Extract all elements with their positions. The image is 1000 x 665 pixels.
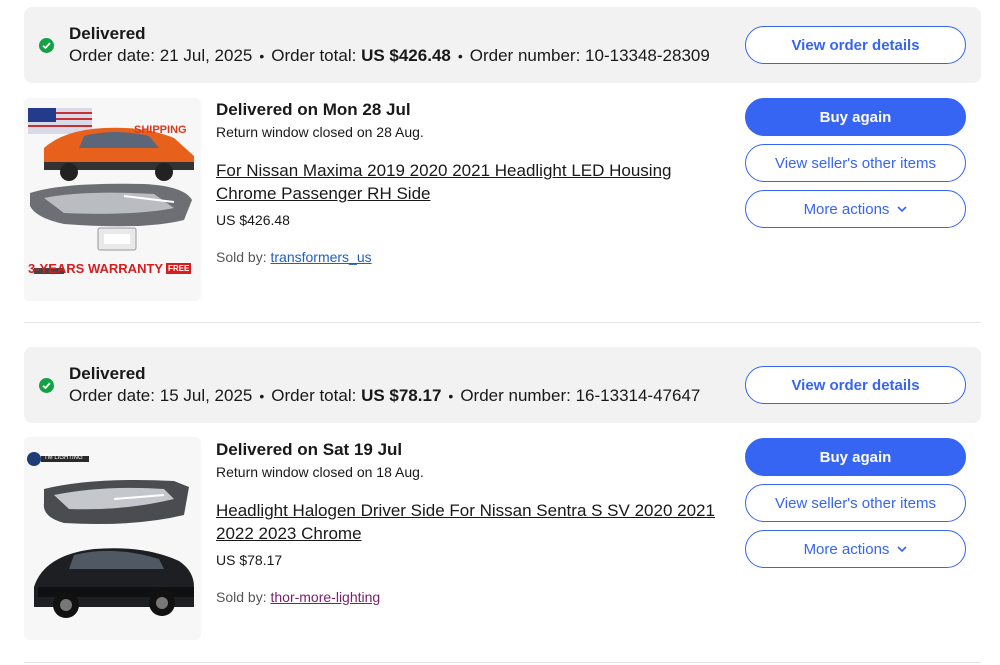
order-number-label: Order number: [469, 46, 581, 65]
chevron-down-icon [897, 544, 908, 556]
sold-by-label: Sold by: [216, 589, 267, 605]
delivery-date: Delivered on Sat 19 Jul [216, 440, 403, 459]
chevron-down-icon [897, 204, 908, 216]
return-window-text: Return window closed on 28 Aug. [216, 124, 424, 140]
order-total-label: Order total: [271, 46, 357, 65]
item-thumbnail[interactable]: TM LIGHTING [24, 437, 201, 640]
more-actions-button[interactable]: More actions [745, 190, 966, 228]
buy-again-button[interactable]: Buy again [745, 438, 966, 476]
order-header: Delivered Order date: 15 Jul, 2025 • Order… [24, 347, 981, 423]
thumb-warranty-text: 3-YEARS WARRANTY [28, 261, 164, 276]
sold-by: Sold by: transformers_us [216, 249, 372, 265]
order-header: Delivered Order date: 21 Jul, 2025 • Order… [24, 7, 981, 83]
view-seller-items-button[interactable]: View seller's other items [745, 144, 966, 182]
order-number: 16-13314-47647 [575, 386, 701, 405]
order-date-label: Order date: [69, 46, 155, 65]
item-title-link[interactable]: For Nissan Maxima 2019 2020 2021 Headlig… [216, 159, 726, 205]
sold-by: Sold by: thor-more-lighting [216, 589, 380, 605]
view-seller-items-button[interactable]: View seller's other items [745, 484, 966, 522]
return-window-text: Return window closed on 18 Aug. [216, 464, 424, 480]
more-actions-button[interactable]: More actions [745, 530, 966, 568]
order-divider [24, 322, 981, 323]
thumb-free-text: FREE [166, 263, 192, 274]
buy-again-button[interactable]: Buy again [745, 98, 966, 136]
thumb-logo-text: TM LIGHTING [44, 455, 83, 461]
item-title-link[interactable]: Headlight Halogen Driver Side For Nissan… [216, 499, 726, 545]
item-price: US $426.48 [216, 212, 290, 228]
more-actions-label: More actions [803, 200, 890, 218]
more-actions-label: More actions [803, 540, 890, 558]
seller-link[interactable]: transformers_us [270, 249, 371, 265]
order-meta: Order date: 21 Jul, 2025 • Order total: US… [69, 46, 710, 65]
item-price: US $78.17 [216, 552, 283, 568]
order-number: 10-13348-28309 [585, 46, 710, 65]
check-circle-icon [39, 378, 54, 393]
order-number-label: Order number: [460, 386, 571, 405]
order-total: US $426.48 [361, 46, 451, 65]
seller-link[interactable]: thor-more-lighting [270, 589, 380, 605]
order-status: Delivered [69, 364, 146, 383]
order-date: 15 Jul, 2025 [159, 386, 253, 405]
delivery-date: Delivered on Mon 28 Jul [216, 100, 411, 119]
order-date: 21 Jul, 2025 [159, 46, 253, 65]
order-total-label: Order total: [271, 386, 357, 405]
order-date-label: Order date: [69, 386, 155, 405]
view-order-details-button[interactable]: View order details [745, 26, 966, 64]
sold-by-label: Sold by: [216, 249, 267, 265]
order-meta: Order date: 15 Jul, 2025 • Order total: US… [69, 386, 701, 405]
thumb-shipping-text: SHIPPING [134, 124, 187, 136]
check-circle-icon [39, 38, 54, 53]
view-order-details-button[interactable]: View order details [745, 366, 966, 404]
order-total: US $78.17 [361, 386, 442, 405]
order-status: Delivered [69, 24, 146, 43]
order-divider [24, 662, 981, 663]
item-thumbnail[interactable]: SHIPPING 3-YEARS WARRANTY FREE [24, 98, 201, 301]
